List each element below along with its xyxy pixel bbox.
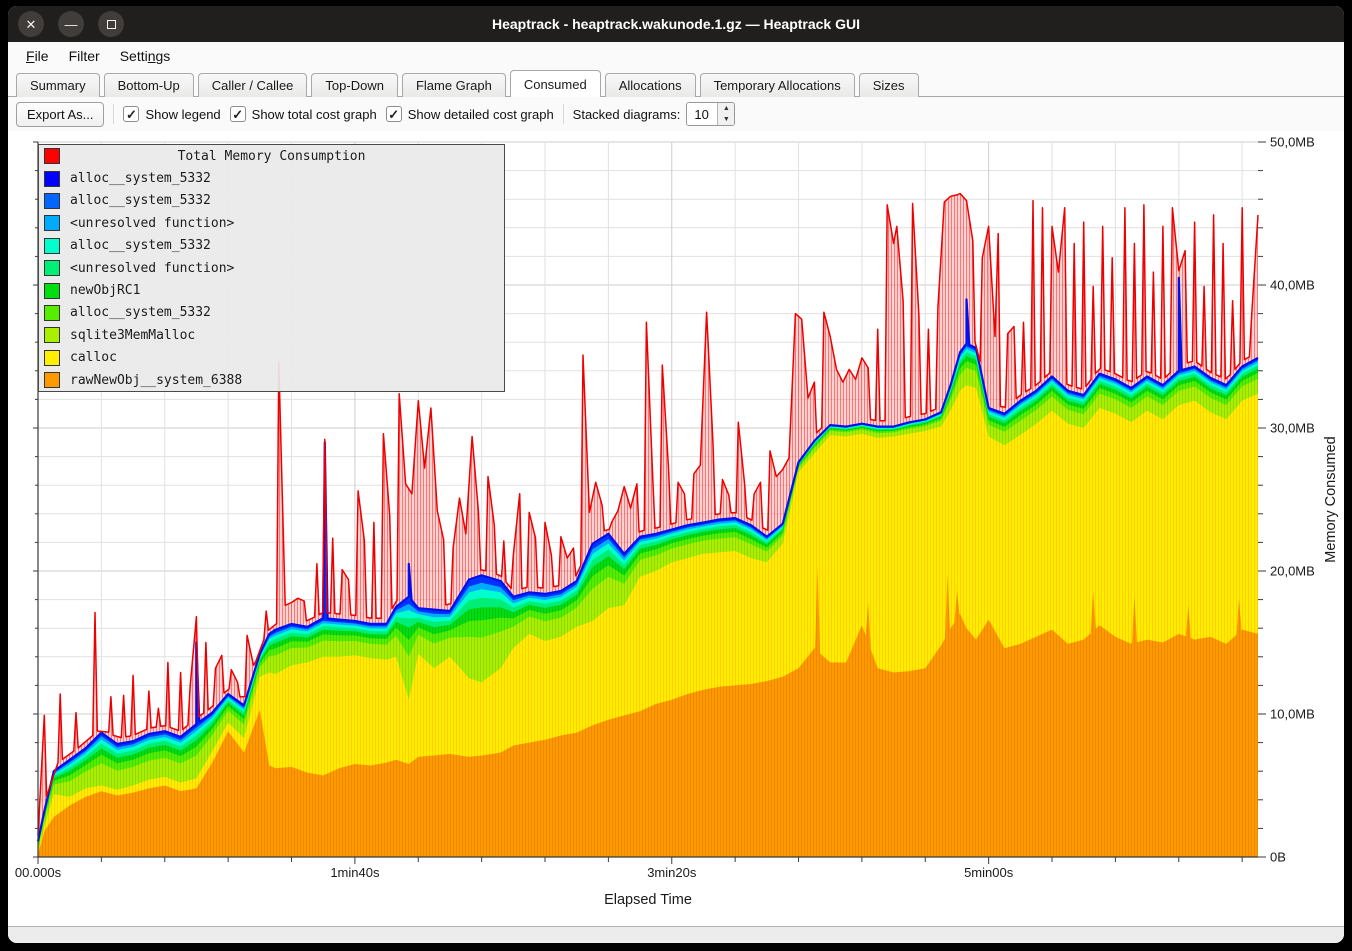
stacked-diagrams-control: Stacked diagrams: 10 ▲ ▼: [573, 102, 736, 126]
checkmark-icon[interactable]: ✓: [230, 106, 246, 122]
tab-sizes[interactable]: Sizes: [859, 73, 919, 97]
window-controls: ✕ —: [18, 11, 124, 37]
titlebar: ✕ — Heaptrack - heaptrack.wakunode.1.gz …: [8, 6, 1344, 42]
bottom-strip: [8, 926, 1344, 943]
window-title: Heaptrack - heaptrack.wakunode.1.gz — He…: [8, 16, 1344, 32]
legend-color-swatch: [44, 238, 60, 254]
legend-entry-label: rawNewObj__system_6388: [70, 373, 242, 388]
legend-color-swatch: [44, 215, 60, 231]
x-axis-tick-label: 00.000s: [15, 865, 62, 880]
stacked-diagrams-spinbox[interactable]: 10 ▲ ▼: [686, 102, 735, 126]
toolbar-separator: [563, 104, 564, 124]
toolbar: Export As... ✓Show legend ✓Show total cos…: [8, 97, 1344, 131]
tab-consumed[interactable]: Consumed: [510, 70, 601, 97]
minimize-button[interactable]: —: [58, 11, 84, 37]
legend-entry: alloc__system_5332: [39, 235, 504, 257]
checkbox-show-total-cost-graph[interactable]: ✓Show total cost graph: [230, 106, 377, 122]
legend-entry: <unresolved function>: [39, 257, 504, 279]
spin-up-button[interactable]: ▲: [718, 103, 734, 114]
legend-title-row: Total Memory Consumption: [39, 145, 504, 167]
x-axis-title: Elapsed Time: [604, 892, 692, 908]
legend-color-swatch: [44, 327, 60, 343]
checkmark-icon[interactable]: ✓: [386, 106, 402, 122]
checkbox-show-legend[interactable]: ✓Show legend: [123, 106, 220, 122]
legend-color-swatch: [44, 193, 60, 209]
y-axis-tick-label: 30,0MB: [1270, 421, 1315, 436]
tab-allocations[interactable]: Allocations: [605, 73, 696, 97]
tab-top-down[interactable]: Top-Down: [311, 73, 398, 97]
y-axis-tick-label: 10,0MB: [1270, 707, 1315, 722]
close-button[interactable]: ✕: [18, 11, 44, 37]
legend-color-swatch: [44, 372, 60, 388]
legend-color-swatch: [44, 305, 60, 321]
chart-area: 0B 10,0MB 20,0MB 30,0MB 40,0MB 50,0MB 00.000s 1…: [8, 131, 1344, 926]
stacked-diagrams-value[interactable]: 10: [687, 103, 717, 125]
legend-title: Total Memory Consumption: [39, 149, 504, 164]
menu-item-file[interactable]: File: [16, 45, 59, 67]
stacked-diagrams-label: Stacked diagrams:: [573, 107, 681, 122]
legend-entry: rawNewObj__system_6388: [39, 369, 504, 391]
legend-color-swatch: [44, 171, 60, 187]
legend-entry: calloc: [39, 347, 504, 369]
menu-item-settings[interactable]: Settings: [110, 45, 181, 67]
tab-flame-graph[interactable]: Flame Graph: [402, 73, 506, 97]
legend-entry-label: alloc__system_5332: [70, 305, 211, 320]
legend-entry-label: sqlite3MemMalloc: [70, 328, 195, 343]
legend-entry-label: calloc: [70, 350, 117, 365]
y-axis-tick-label: 40,0MB: [1270, 278, 1315, 293]
legend-entry: alloc__system_5332: [39, 190, 504, 212]
legend-entry-label: alloc__system_5332: [70, 238, 211, 253]
menu-item-filter[interactable]: Filter: [59, 45, 110, 67]
spin-down-button[interactable]: ▼: [718, 114, 734, 125]
legend-entry-label: <unresolved function>: [70, 261, 234, 276]
legend-entry-label: <unresolved function>: [70, 216, 234, 231]
toolbar-checkboxes: ✓Show legend ✓Show total cost graph ✓Show …: [123, 106, 553, 122]
checkmark-icon[interactable]: ✓: [123, 106, 139, 122]
x-axis-tick-label: 3min20s: [647, 865, 697, 880]
legend-entry: alloc__system_5332: [39, 167, 504, 189]
legend-entry: sqlite3MemMalloc: [39, 324, 504, 346]
export-as-button[interactable]: Export As...: [16, 102, 104, 127]
legend-entry-label: alloc__system_5332: [70, 193, 211, 208]
maximize-button[interactable]: [98, 11, 124, 37]
menubar: File Filter Settings: [8, 42, 1344, 70]
checkbox-show-detailed-cost-graph[interactable]: ✓Show detailed cost graph: [386, 106, 554, 122]
y-axis-tick-label: 50,0MB: [1270, 135, 1315, 150]
legend-entry: newObjRC1: [39, 279, 504, 301]
tab-temporary-allocations[interactable]: Temporary Allocations: [700, 73, 855, 97]
minimize-icon: —: [65, 18, 78, 31]
x-axis-tick-label: 1min40s: [330, 865, 380, 880]
y-axis-title: Memory Consumed: [1323, 436, 1339, 563]
x-axis-tick-label: 5min00s: [964, 865, 1014, 880]
maximize-icon: [107, 20, 116, 29]
tab-summary[interactable]: Summary: [16, 73, 100, 97]
legend-color-swatch: [44, 260, 60, 276]
tab-bottom-up[interactable]: Bottom-Up: [104, 73, 194, 97]
legend-color-swatch: [44, 350, 60, 366]
tab-caller-callee[interactable]: Caller / Callee: [198, 73, 308, 97]
legend-color-swatch: [44, 283, 60, 299]
legend-entry-label: newObjRC1: [70, 283, 140, 298]
tabbar: SummaryBottom-UpCaller / CalleeTop-DownF…: [8, 70, 1344, 97]
legend-entry: <unresolved function>: [39, 212, 504, 234]
legend-entry-label: alloc__system_5332: [70, 171, 211, 186]
chart-legend: Total Memory Consumption alloc__system_53…: [38, 144, 505, 392]
toolbar-separator: [113, 104, 114, 124]
legend-entry: alloc__system_5332: [39, 302, 504, 324]
y-axis-tick-label: 0B: [1270, 850, 1286, 865]
app-window: ✕ — Heaptrack - heaptrack.wakunode.1.gz …: [8, 6, 1344, 943]
close-icon: ✕: [26, 18, 37, 31]
y-axis-tick-label: 20,0MB: [1270, 564, 1315, 579]
